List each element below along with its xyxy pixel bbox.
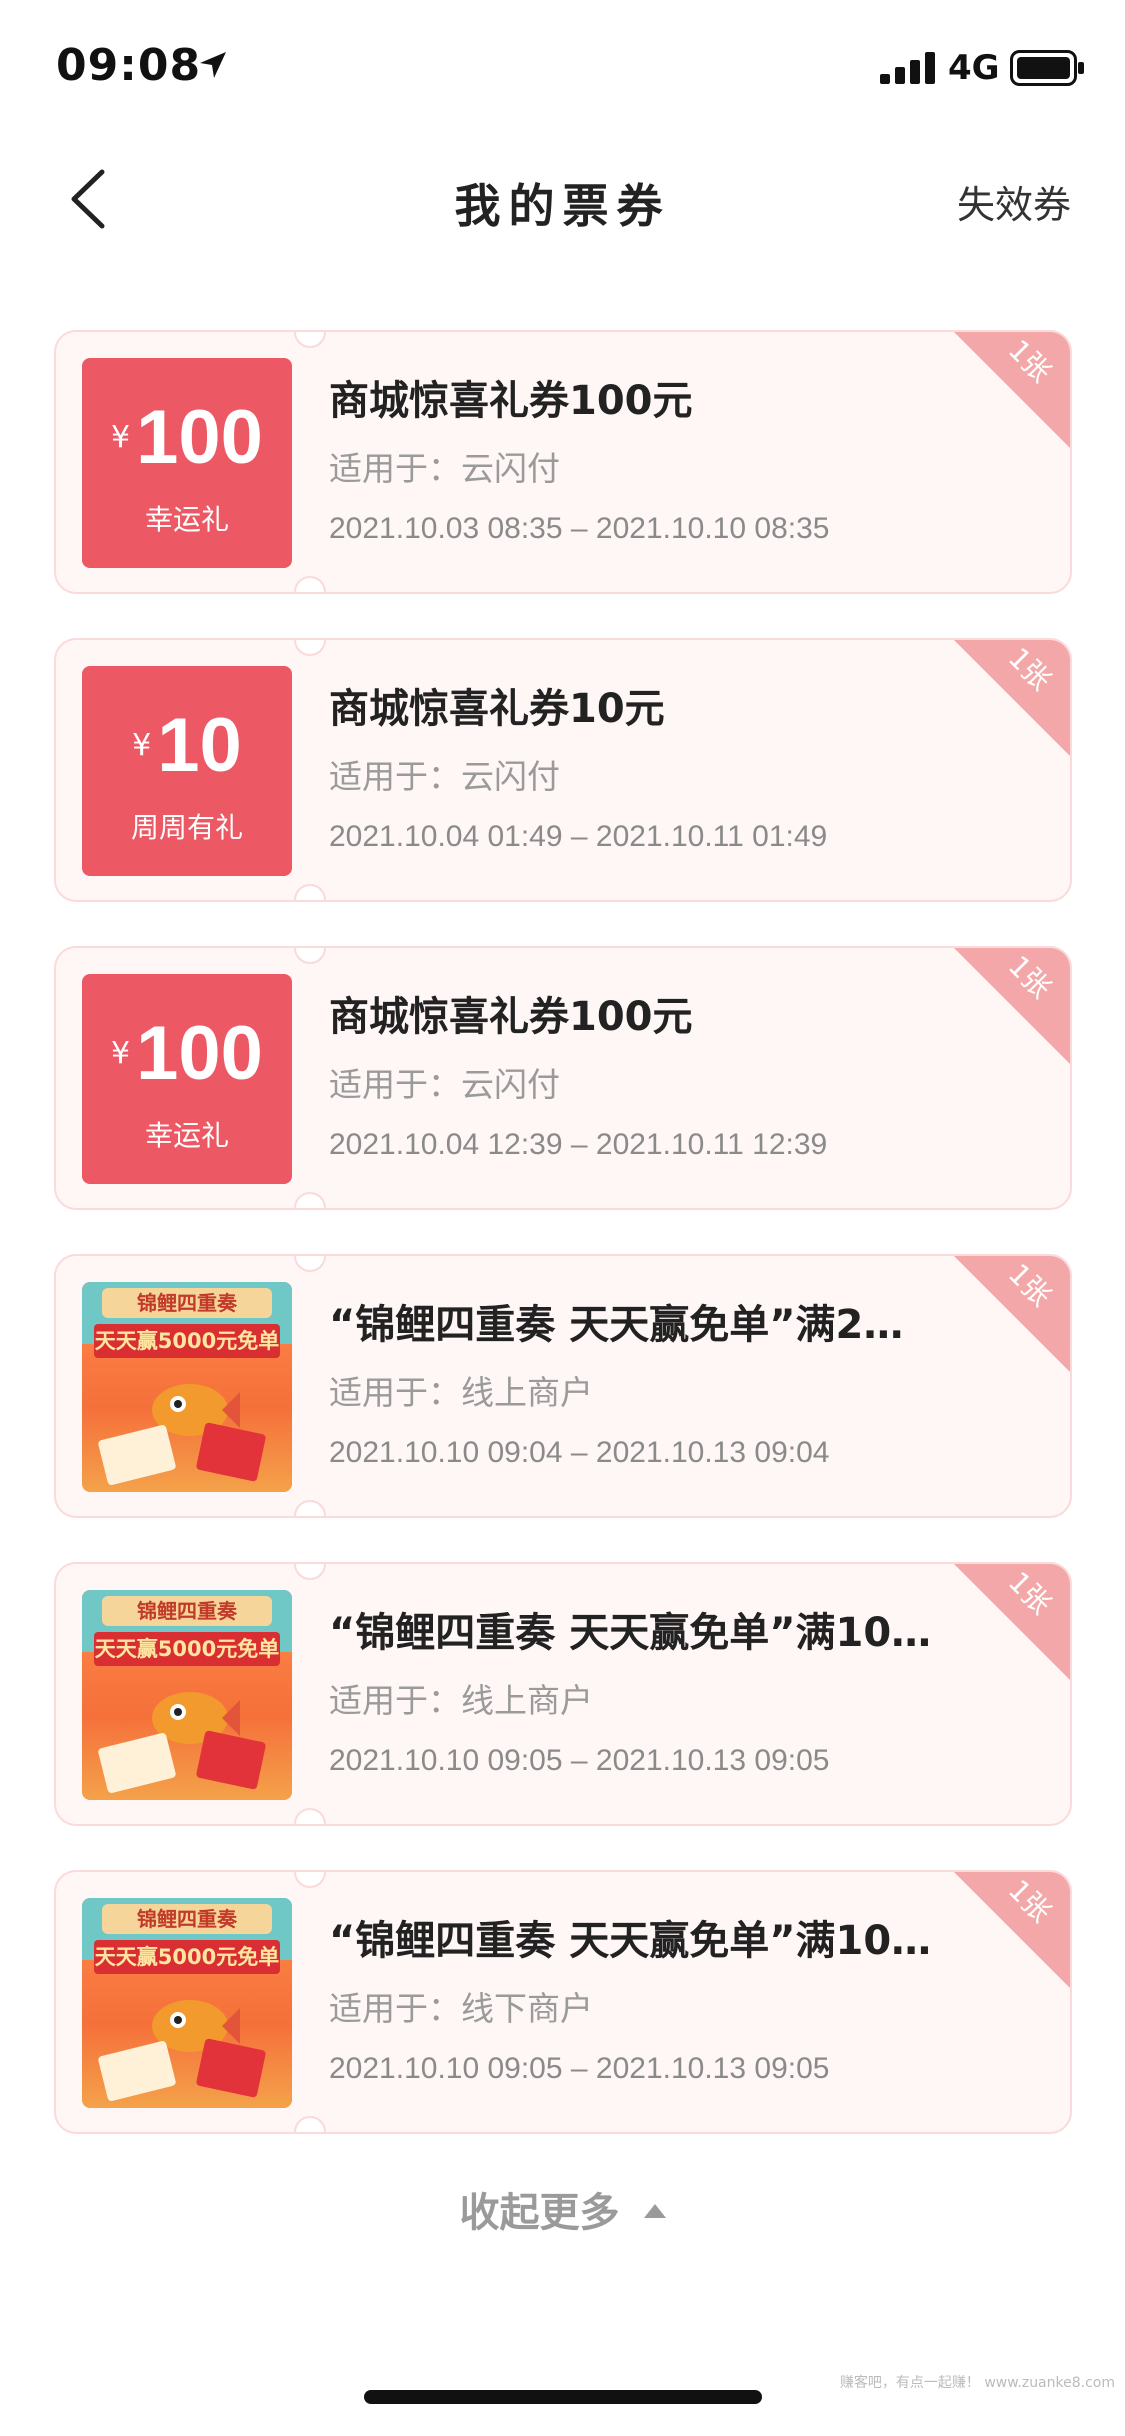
card-notch <box>294 1564 326 1580</box>
coupon-validity-period: 2021.10.04 01:49 – 2021.10.11 01:49 <box>329 820 828 853</box>
coupon-title: 商城惊喜礼券100元 <box>329 378 693 424</box>
coupon-scope: 适用于：云闪付 <box>329 757 560 796</box>
coupon-amount: 100 <box>136 395 263 480</box>
coupon-title: “锦鲤四重奏 天天赢免单”满10… <box>329 1918 932 1964</box>
coupon-card[interactable]: ¥100 幸运礼 商城惊喜礼券100元 适用于：云闪付 2021.10.03 0… <box>54 330 1072 594</box>
coupon-card[interactable]: 锦鲤四重奏 天天赢5000元免单 “锦鲤四重奏 天天赢免单”满2… 适用于：线上… <box>54 1254 1072 1518</box>
coupon-validity-period: 2021.10.10 09:05 – 2021.10.13 09:05 <box>329 1744 830 1777</box>
coupon-title: “锦鲤四重奏 天天赢免单”满2… <box>329 1302 904 1348</box>
coupon-value-block: ¥100 幸运礼 <box>82 974 292 1184</box>
currency-symbol: ¥ <box>111 420 131 455</box>
thumb-seal-text: 锦鲤四重奏 <box>102 1596 272 1626</box>
location-arrow-icon <box>200 52 226 78</box>
coupon-page: 09:08 4G 我的票券 失效券 ¥100 幸运礼 商城惊喜礼券100元 适用… <box>0 0 1125 2436</box>
coupon-value-block: ¥10 周周有礼 <box>82 666 292 876</box>
thumb-banner-text: 天天赢5000元免单 <box>94 1324 280 1358</box>
expired-coupons-link[interactable]: 失效券 <box>957 174 1071 229</box>
thumb-banner-text: 天天赢5000元免单 <box>94 1940 280 1974</box>
coupon-card[interactable]: ¥10 周周有礼 商城惊喜礼券10元 适用于：云闪付 2021.10.04 01… <box>54 638 1072 902</box>
collapse-more-label: 收起更多 <box>459 2190 620 2236</box>
koi-promo-thumbnail: 锦鲤四重奏 天天赢5000元免单 <box>82 1282 292 1492</box>
coupon-card[interactable]: 锦鲤四重奏 天天赢5000元免单 “锦鲤四重奏 天天赢免单”满10… 适用于：线… <box>54 1562 1072 1826</box>
network-type-label: 4G <box>948 48 1000 88</box>
caret-up-icon <box>643 2204 666 2218</box>
home-indicator[interactable] <box>364 2390 762 2404</box>
coupon-title: 商城惊喜礼券100元 <box>329 994 693 1040</box>
collapse-more-button[interactable]: 收起更多 <box>0 2180 1125 2238</box>
status-bar: 09:08 4G <box>0 0 1125 132</box>
coupon-value-subtitle: 周周有礼 <box>130 811 243 844</box>
battery-icon <box>1010 50 1084 86</box>
coupon-card[interactable]: ¥100 幸运礼 商城惊喜礼券100元 适用于：云闪付 2021.10.04 1… <box>54 946 1072 1210</box>
koi-promo-thumbnail: 锦鲤四重奏 天天赢5000元免单 <box>82 1898 292 2108</box>
card-notch <box>294 1808 326 1824</box>
coupon-list: ¥100 幸运礼 商城惊喜礼券100元 适用于：云闪付 2021.10.03 0… <box>54 330 1072 2178</box>
card-notch <box>294 576 326 592</box>
card-notch <box>294 2116 326 2132</box>
cellular-signal-icon <box>880 52 935 84</box>
coupon-title: 商城惊喜礼券10元 <box>329 686 665 732</box>
coupon-validity-period: 2021.10.10 09:05 – 2021.10.13 09:05 <box>329 2052 830 2085</box>
coupon-amount: 100 <box>136 1011 263 1096</box>
coupon-scope: 适用于：云闪付 <box>329 449 560 488</box>
currency-symbol: ¥ <box>132 728 152 763</box>
coupon-validity-period: 2021.10.10 09:04 – 2021.10.13 09:04 <box>329 1436 830 1469</box>
card-notch <box>294 1256 326 1272</box>
site-watermark: 赚客吧，有点一起赚！ www.zuanke8.com <box>839 2375 1115 2391</box>
coupon-scope: 适用于：线上商户 <box>329 1373 593 1412</box>
coupon-value-block: ¥100 幸运礼 <box>82 358 292 568</box>
card-notch <box>294 1500 326 1516</box>
thumb-seal-text: 锦鲤四重奏 <box>102 1288 272 1318</box>
card-notch <box>294 640 326 656</box>
coupon-value-subtitle: 幸运礼 <box>144 503 229 536</box>
coupon-validity-period: 2021.10.03 08:35 – 2021.10.10 08:35 <box>329 512 830 545</box>
card-notch <box>294 884 326 900</box>
status-time: 09:08 <box>56 40 202 91</box>
coupon-amount: 10 <box>157 703 242 788</box>
thumb-seal-text: 锦鲤四重奏 <box>102 1904 272 1934</box>
coupon-validity-period: 2021.10.04 12:39 – 2021.10.11 12:39 <box>329 1128 828 1161</box>
koi-promo-thumbnail: 锦鲤四重奏 天天赢5000元免单 <box>82 1590 292 1800</box>
card-notch <box>294 1192 326 1208</box>
navigation-bar: 我的票券 失效券 <box>0 150 1125 250</box>
card-notch <box>294 1872 326 1888</box>
card-notch <box>294 332 326 348</box>
coupon-title: “锦鲤四重奏 天天赢免单”满10… <box>329 1610 932 1656</box>
thumb-banner-text: 天天赢5000元免单 <box>94 1632 280 1666</box>
card-notch <box>294 948 326 964</box>
coupon-scope: 适用于：线下商户 <box>329 1989 593 2028</box>
coupon-scope: 适用于：线上商户 <box>329 1681 593 1720</box>
coupon-scope: 适用于：云闪付 <box>329 1065 560 1104</box>
coupon-value-subtitle: 幸运礼 <box>144 1119 229 1152</box>
currency-symbol: ¥ <box>111 1036 131 1071</box>
coupon-card[interactable]: 锦鲤四重奏 天天赢5000元免单 “锦鲤四重奏 天天赢免单”满10… 适用于：线… <box>54 1870 1072 2134</box>
